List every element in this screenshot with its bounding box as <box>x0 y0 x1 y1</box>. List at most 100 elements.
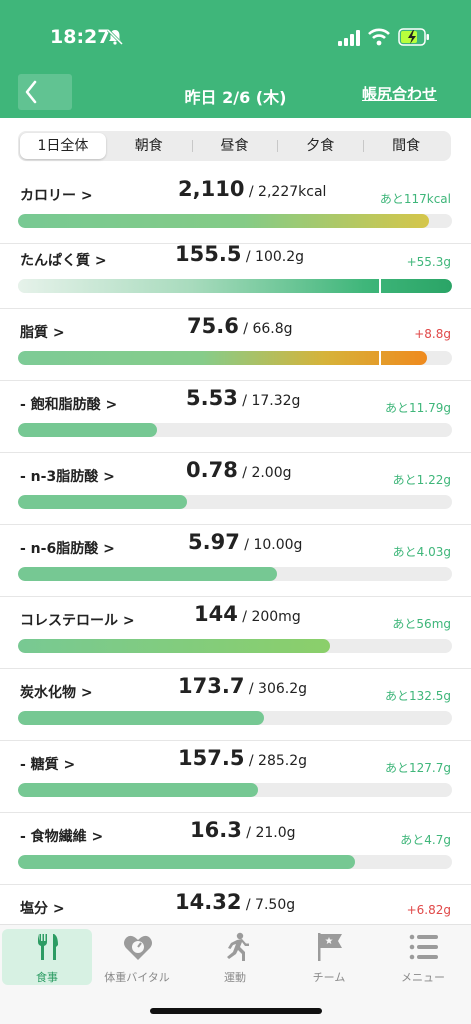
meal-tab[interactable]: 朝食 <box>106 133 192 159</box>
nutrient-label[interactable]: - n-3脂肪酸 > <box>20 466 115 486</box>
nutrient-intake: 5.97 <box>188 530 240 554</box>
nutrient-intake: 75.6 <box>187 314 239 338</box>
nutrient-remaining: +55.3g <box>406 255 451 269</box>
nutrient-intake: 16.3 <box>190 818 242 842</box>
nutrient-target: / 66.8g <box>238 321 293 337</box>
nutrient-label[interactable]: - n-6脂肪酸 > <box>20 538 115 558</box>
nutrient-label[interactable]: たんぱく質 > <box>20 250 107 270</box>
nutrient-target: / 306.2g <box>244 681 308 697</box>
bottom-tab-meal[interactable]: 食事 <box>2 929 92 985</box>
meal-tab[interactable]: 1日全体 <box>20 133 106 159</box>
progress-track <box>18 214 452 228</box>
nutrient-target: / 2.00g <box>237 465 292 481</box>
meal-tab[interactable]: 夕食 <box>277 133 363 159</box>
bell-muted-icon <box>106 28 124 46</box>
progress-fill <box>18 783 258 797</box>
nutrient-label[interactable]: 塩分 > <box>20 898 65 918</box>
target-marker <box>379 351 381 365</box>
battery-charging-icon <box>398 28 429 46</box>
nutrient-value: 5.53 / 17.32g <box>186 386 300 410</box>
progress-track <box>18 711 452 725</box>
nutrient-label[interactable]: - 糖質 > <box>20 754 75 774</box>
nutrient-value: 14.32 / 7.50g <box>175 890 295 914</box>
bottom-tab-exercise[interactable]: 運動 <box>190 929 280 985</box>
menu-icon <box>409 934 438 960</box>
nutrient-remaining: あと4.03g <box>392 545 451 559</box>
progress-fill <box>18 711 265 725</box>
nutrient-row[interactable]: - n-3脂肪酸 > 0.78 / 2.00g あと1.22g <box>0 453 471 525</box>
progress-fill <box>18 567 278 581</box>
meal-tab[interactable]: 間食 <box>363 133 449 159</box>
nutrient-label[interactable]: - 食物繊維 > <box>20 826 103 846</box>
target-marker <box>379 279 381 293</box>
nutrient-value: 2,110 / 2,227kcal <box>178 177 326 201</box>
nutrient-value: 155.5 / 100.2g <box>175 242 304 266</box>
nutrient-intake: 5.53 <box>186 386 238 410</box>
progress-fill <box>18 639 331 653</box>
bottom-tab-vitals[interactable]: 体重バイタル <box>92 929 182 985</box>
nutrient-value: 173.7 / 306.2g <box>178 674 307 698</box>
nutrient-remaining: あと11.79g <box>385 401 451 415</box>
header: 18:27 昨日 2/6 (木) 帳尻合わせ <box>0 0 471 118</box>
nutrient-value: 0.78 / 2.00g <box>186 458 292 482</box>
nutrient-intake: 173.7 <box>178 674 245 698</box>
nutrient-remaining: あと132.5g <box>385 689 451 703</box>
progress-fill <box>18 279 452 293</box>
nutrient-row[interactable]: 脂質 > 75.6 / 66.8g +8.8g <box>0 309 471 381</box>
status-bar: 18:27 <box>0 0 471 70</box>
progress-track <box>18 351 452 365</box>
nutrient-label[interactable]: カロリー > <box>20 185 93 205</box>
bottom-tab-menu[interactable]: メニュー <box>378 929 468 985</box>
nutrient-row[interactable]: カロリー > 2,110 / 2,227kcal あと117kcal <box>0 172 471 244</box>
nutrient-target: / 100.2g <box>241 249 305 265</box>
progress-track <box>18 639 452 653</box>
nutrient-target: / 21.0g <box>241 825 296 841</box>
status-time: 18:27 <box>50 26 111 48</box>
nutrient-intake: 157.5 <box>178 746 245 770</box>
nutrient-label[interactable]: - 飽和脂肪酸 > <box>20 394 117 414</box>
nutrient-label[interactable]: コレステロール > <box>20 610 135 630</box>
meal-icon <box>38 934 58 960</box>
progress-fill <box>18 495 188 509</box>
heart-icon <box>124 935 152 960</box>
nutrient-remaining: +6.82g <box>406 903 451 917</box>
nutrient-row[interactable]: - n-6脂肪酸 > 5.97 / 10.00g あと4.03g <box>0 525 471 597</box>
meal-tab[interactable]: 昼食 <box>191 133 278 159</box>
nutrient-remaining: +8.8g <box>414 327 451 341</box>
nutrient-value: 16.3 / 21.0g <box>190 818 296 842</box>
bottom-tab-label: 食事 <box>36 971 58 984</box>
flag-icon <box>318 933 342 961</box>
nutrient-row[interactable]: 炭水化物 > 173.7 / 306.2g あと132.5g <box>0 669 471 741</box>
bottom-tab-label: チーム <box>312 971 346 984</box>
home-indicator <box>150 1008 322 1014</box>
nutrient-row[interactable]: 塩分 > 14.32 / 7.50g +6.82g <box>0 885 471 924</box>
adjust-balance-link[interactable]: 帳尻合わせ <box>362 83 437 104</box>
bottom-tab-label: メニュー <box>401 971 445 984</box>
nutrient-row[interactable]: コレステロール > 144 / 200mg あと56mg <box>0 597 471 669</box>
nutrient-row[interactable]: - 糖質 > 157.5 / 285.2g あと127.7g <box>0 741 471 813</box>
nutrient-row[interactable]: - 飽和脂肪酸 > 5.53 / 17.32g あと11.79g <box>0 381 471 453</box>
progress-fill <box>18 214 429 228</box>
progress-track <box>18 423 452 437</box>
nutrient-row[interactable]: たんぱく質 > 155.5 / 100.2g +55.3g <box>0 237 471 309</box>
nutrient-intake: 155.5 <box>175 242 242 266</box>
nutrient-label[interactable]: 炭水化物 > <box>20 682 93 702</box>
nutrient-target: / 10.00g <box>239 537 303 553</box>
runner-icon <box>227 932 249 961</box>
nutrient-intake: 2,110 <box>178 177 245 201</box>
progress-track <box>18 567 452 581</box>
progress-fill <box>18 855 355 869</box>
nutrient-target: / 200mg <box>237 609 301 625</box>
progress-fill <box>18 351 427 365</box>
nutrient-target: / 285.2g <box>244 753 308 769</box>
nutrient-target: / 17.32g <box>237 393 301 409</box>
nutrient-remaining: あと1.22g <box>392 473 451 487</box>
nutrient-label[interactable]: 脂質 > <box>20 322 65 342</box>
progress-track <box>18 783 452 797</box>
meal-tabs: 1日全体 朝食 昼食 夕食 間食 <box>18 131 451 161</box>
nutrient-remaining: あと117kcal <box>379 192 451 206</box>
nutrient-row[interactable]: - 食物繊維 > 16.3 / 21.0g あと4.7g <box>0 813 471 885</box>
bottom-tab-team[interactable]: チーム <box>284 929 374 985</box>
nutrient-intake: 144 <box>194 602 238 626</box>
signal-icon <box>338 30 360 46</box>
